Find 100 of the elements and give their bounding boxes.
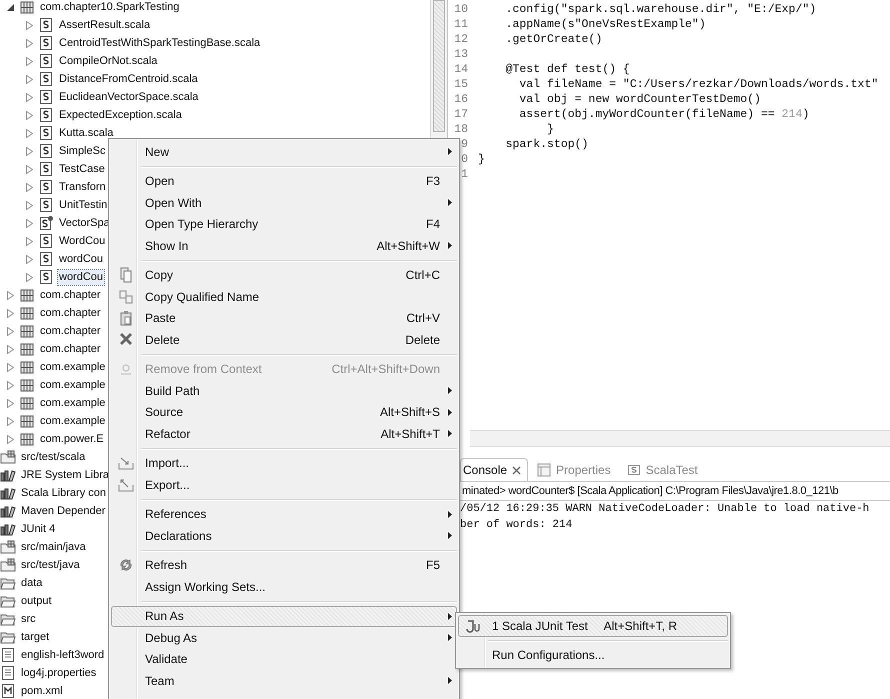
tree-item[interactable]: Kutta.scala [57,124,116,142]
menu-item[interactable]: Open With [111,192,457,214]
menu-item[interactable]: Show In Alt+Shift+W [111,235,457,256]
collapsed-arrow-icon[interactable] [7,398,14,408]
collapsed-arrow-icon[interactable] [26,74,33,84]
close-icon[interactable] [512,466,522,474]
tree-item[interactable]: ExpectedException.scala [57,106,184,124]
menu-item[interactable]: Copy Qualified Name [111,286,457,308]
tree-item[interactable]: com.example [38,394,108,412]
tree-item[interactable]: english-left3word [19,646,106,664]
menu-item[interactable]: New [111,141,457,162]
menu-item[interactable]: Build Path [111,380,457,402]
tree-item[interactable]: com.chapter [38,286,103,304]
tree-item[interactable]: target [19,628,52,646]
code-line: val obj = new wordCounterTestDemo() [518,93,761,106]
tree-item[interactable]: log4j.properties [19,664,98,682]
tree-item[interactable]: com.chapter [38,340,103,358]
tree-item[interactable]: Maven Depender [19,502,108,520]
tree-item[interactable]: JUnit 4 [19,520,58,538]
tree-item[interactable]: com.chapter10.SparkTesting [38,0,182,16]
collapsed-arrow-icon[interactable] [26,200,33,210]
collapsed-arrow-icon[interactable] [7,380,14,390]
menu-item[interactable]: Run Configurations... [458,644,728,666]
menu-item[interactable]: Copy Ctrl+C [111,264,457,286]
tree-item[interactable]: data [19,574,44,592]
tree-item[interactable]: TestCase [57,160,107,178]
tree-item[interactable]: JRE System Libra [19,466,112,484]
menu-item[interactable]: Delete Delete [111,329,457,350]
menu-item[interactable]: Declarations [111,525,457,546]
tree-item[interactable]: EuclideanVectorSpace.scala [57,88,200,106]
source-folder-icon [0,539,16,555]
tree-item[interactable]: output [19,592,54,610]
tree-item[interactable]: src [19,610,38,628]
scrollbar[interactable] [470,430,890,447]
tree-item[interactable]: src/test/java [19,556,82,574]
collapsed-arrow-icon[interactable] [7,434,14,444]
menu-item[interactable]: References [111,504,457,525]
menu-item[interactable]: Assign Working Sets... [111,576,457,598]
menu-item[interactable]: Run As [111,606,457,627]
tree-item[interactable]: wordCou [57,250,106,268]
menu-item[interactable]: Import... [111,452,457,474]
view-tab[interactable]: Console [460,458,528,481]
scala-file-icon [38,71,54,87]
menu-item[interactable]: Validate [111,648,457,670]
collapsed-arrow-icon[interactable] [7,344,14,354]
collapsed-arrow-icon[interactable] [26,92,33,102]
collapsed-arrow-icon[interactable] [26,218,33,228]
tree-item[interactable]: wordCou [57,268,106,286]
menu-item[interactable]: Paste Ctrl+V [111,308,457,329]
menu-item[interactable]: Team [111,670,457,692]
tree-item[interactable]: Transforn [57,178,108,196]
tree-item[interactable]: com.chapter [38,304,103,322]
tree-item[interactable]: SimpleSc [57,142,108,160]
tree-item[interactable]: com.example [38,376,108,394]
collapsed-arrow-icon[interactable] [7,326,14,336]
collapsed-arrow-icon[interactable] [26,20,33,30]
collapsed-arrow-icon[interactable] [7,416,14,426]
line-number: 15 [454,78,468,91]
collapsed-arrow-icon[interactable] [26,110,33,120]
menu-item[interactable]: 1 Scala JUnit Test Alt+Shift+T, R [458,615,728,636]
collapsed-arrow-icon[interactable] [7,290,14,300]
collapsed-arrow-icon[interactable] [26,182,33,192]
collapsed-arrow-icon[interactable] [26,254,33,264]
tree-item[interactable]: DistanceFromCentroid.scala [57,70,200,88]
line-number: 10 [454,3,468,16]
tree-item[interactable]: CompileOrNot.scala [57,52,160,70]
collapsed-arrow-icon[interactable] [26,38,33,48]
tree-item[interactable]: com.power.E [38,430,106,448]
code-line: } [478,153,485,166]
menu-item[interactable]: Refresh F5 [111,554,457,576]
collapsed-arrow-icon[interactable] [26,272,33,282]
tree-item[interactable]: com.example [38,412,108,430]
tree-item[interactable]: com.chapter [38,322,103,340]
collapsed-arrow-icon[interactable] [7,308,14,318]
menu-item[interactable]: Export... [111,474,457,496]
tree-item[interactable]: CentroidTestWithSparkTestingBase.scala [57,34,262,52]
tree-item[interactable]: UnitTestin [57,196,110,214]
scala-file-icon [38,197,54,213]
expanded-arrow-icon[interactable] [6,2,15,12]
menu-item[interactable]: Source Alt+Shift+S [111,402,457,423]
menu-item[interactable]: Debug As [111,627,457,648]
tree-item[interactable]: WordCou [57,232,108,250]
tree-item[interactable]: AssertResult.scala [57,16,152,34]
copy-icon [118,288,134,305]
menu-item[interactable]: Open F3 [111,170,457,192]
tree-item[interactable]: pom.xml [19,682,65,699]
scala-file-icon [38,233,54,249]
tree-item[interactable]: VectorSpa [57,214,112,232]
collapsed-arrow-icon[interactable] [26,128,33,138]
tree-item[interactable]: src/main/java [19,538,88,556]
tree-item[interactable]: com.example [38,358,108,376]
tree-item[interactable]: Scala Library con [19,484,108,502]
collapsed-arrow-icon[interactable] [26,146,33,156]
collapsed-arrow-icon[interactable] [26,164,33,174]
menu-item[interactable]: Refactor Alt+Shift+T [111,423,457,444]
tree-item[interactable]: src/test/scala [19,448,88,466]
menu-item[interactable]: Open Type Hierarchy F4 [111,214,457,235]
collapsed-arrow-icon[interactable] [26,236,33,246]
collapsed-arrow-icon[interactable] [26,56,33,66]
collapsed-arrow-icon[interactable] [7,362,14,372]
